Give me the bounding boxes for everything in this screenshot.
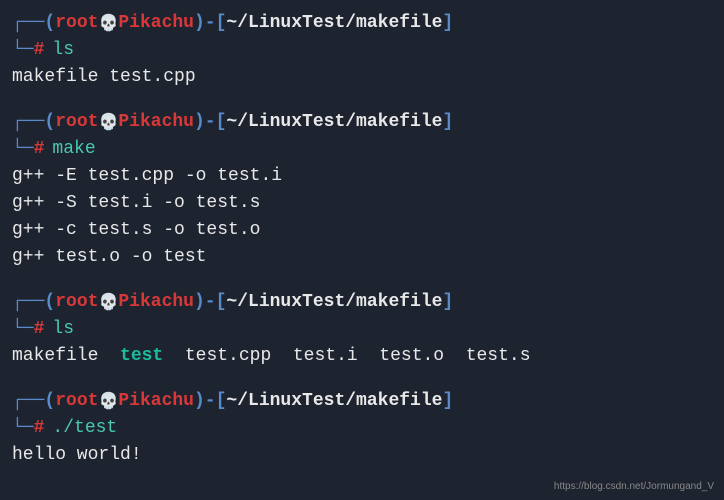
paren-close: ) [194, 289, 205, 316]
command-block: (root💀Pikachu)-[~/LinuxTest/makefile]#ls… [12, 289, 712, 370]
paren-open: ( [44, 289, 55, 316]
prompt-line[interactable]: # make [12, 136, 712, 163]
prompt-user: root [55, 388, 98, 415]
prompt-hash: # [34, 136, 45, 163]
executable-file: test [120, 346, 163, 366]
command-text: ls [52, 37, 74, 64]
prompt-line[interactable]: # ./test [12, 415, 712, 442]
dash: - [205, 109, 216, 136]
bracket-close: ] [442, 109, 453, 136]
dash: - [205, 10, 216, 37]
command-block: (root💀Pikachu)-[~/LinuxTest/makefile]#./… [12, 388, 712, 469]
prompt-line[interactable]: # ls [12, 316, 712, 343]
prompt-host: Pikachu [118, 289, 194, 316]
prompt-user: root [55, 10, 98, 37]
prompt-hash: # [34, 37, 45, 64]
bracket-open: [ [216, 10, 227, 37]
paren-open: ( [44, 388, 55, 415]
dash: - [205, 388, 216, 415]
prompt-header: (root💀Pikachu)-[~/LinuxTest/makefile] [12, 388, 712, 415]
bracket-close: ] [442, 388, 453, 415]
bracket-close: ] [442, 289, 453, 316]
skull-icon: 💀 [98, 12, 118, 36]
prompt-line[interactable]: # ls [12, 37, 712, 64]
prompt-header: (root💀Pikachu)-[~/LinuxTest/makefile] [12, 109, 712, 136]
prompt-hash: # [34, 316, 45, 343]
paren-close: ) [194, 388, 205, 415]
skull-icon: 💀 [98, 111, 118, 135]
output-line: makefile test.cpp [12, 64, 712, 91]
paren-close: ) [194, 10, 205, 37]
prompt-path: ~/LinuxTest/makefile [226, 289, 442, 316]
skull-icon: 💀 [98, 390, 118, 414]
skull-icon: 💀 [98, 291, 118, 315]
output-line: g++ -c test.s -o test.o [12, 217, 712, 244]
prompt-host: Pikachu [118, 10, 194, 37]
bracket-open: [ [216, 289, 227, 316]
output-line: g++ test.o -o test [12, 244, 712, 271]
prompt-host: Pikachu [118, 388, 194, 415]
output-line: g++ -E test.cpp -o test.i [12, 163, 712, 190]
command-block: (root💀Pikachu)-[~/LinuxTest/makefile]#ma… [12, 109, 712, 271]
terminal-output: (root💀Pikachu)-[~/LinuxTest/makefile]#ls… [12, 10, 712, 469]
paren-close: ) [194, 109, 205, 136]
dash: - [205, 289, 216, 316]
watermark: https://blog.csdn.net/Jormungand_V [554, 479, 714, 494]
bracket-open: [ [216, 388, 227, 415]
bracket-open: [ [216, 109, 227, 136]
prompt-header: (root💀Pikachu)-[~/LinuxTest/makefile] [12, 10, 712, 37]
command-text: ls [52, 316, 74, 343]
bracket-close: ] [442, 10, 453, 37]
paren-open: ( [44, 109, 55, 136]
prompt-hash: # [34, 415, 45, 442]
prompt-host: Pikachu [118, 109, 194, 136]
prompt-user: root [55, 109, 98, 136]
prompt-path: ~/LinuxTest/makefile [226, 10, 442, 37]
command-block: (root💀Pikachu)-[~/LinuxTest/makefile]#ls… [12, 10, 712, 91]
prompt-user: root [55, 289, 98, 316]
paren-open: ( [44, 10, 55, 37]
command-text: ./test [52, 415, 117, 442]
output-line: makefile test test.cpp test.i test.o tes… [12, 343, 712, 370]
output-line: hello world! [12, 442, 712, 469]
output-line: g++ -S test.i -o test.s [12, 190, 712, 217]
prompt-path: ~/LinuxTest/makefile [226, 109, 442, 136]
command-text: make [52, 136, 95, 163]
prompt-header: (root💀Pikachu)-[~/LinuxTest/makefile] [12, 289, 712, 316]
prompt-path: ~/LinuxTest/makefile [226, 388, 442, 415]
